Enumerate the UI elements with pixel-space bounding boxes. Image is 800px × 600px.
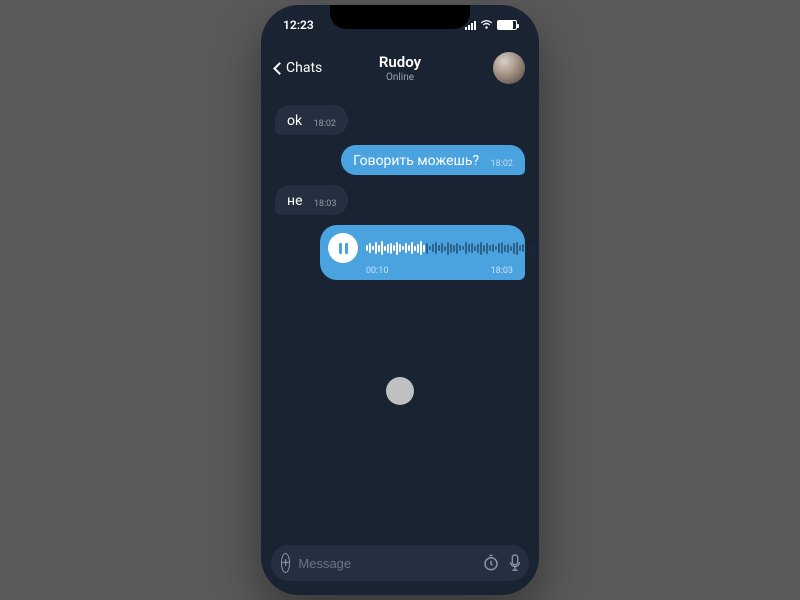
- pause-icon: [339, 243, 348, 254]
- back-button[interactable]: Chats: [275, 60, 322, 76]
- phone-frame: 12:23 Chats Rudoy Online ok 18:02: [261, 5, 539, 595]
- message-input-bar: +: [271, 545, 529, 581]
- contact-name: Rudoy: [379, 53, 421, 71]
- pause-button[interactable]: [328, 233, 358, 263]
- status-time: 12:23: [283, 18, 314, 32]
- message-bubble-incoming[interactable]: ok 18:02: [275, 105, 348, 135]
- message-text: не: [287, 193, 303, 209]
- message-row: Говорить можешь? 18:02: [275, 145, 525, 175]
- message-time: 18:03: [491, 266, 513, 276]
- plus-icon: +: [282, 557, 289, 570]
- message-time: 18:03: [314, 199, 336, 209]
- microphone-icon: [508, 554, 522, 572]
- header-title-block[interactable]: Rudoy Online: [379, 53, 421, 83]
- message-text: ok: [287, 113, 302, 129]
- chat-header: Chats Rudoy Online: [261, 45, 539, 91]
- timer-button[interactable]: [482, 554, 500, 572]
- contact-status: Online: [379, 72, 421, 83]
- message-time: 18:02: [491, 159, 513, 169]
- message-bubble-outgoing[interactable]: Говорить можешь? 18:02: [341, 145, 525, 175]
- chevron-left-icon: [273, 62, 286, 75]
- attach-button[interactable]: +: [281, 553, 290, 573]
- message-row: ok 18:02: [275, 105, 525, 135]
- back-label: Chats: [286, 60, 322, 76]
- message-time: 18:02: [314, 119, 336, 129]
- voice-main: [328, 233, 513, 263]
- touch-indicator: [386, 377, 414, 405]
- voice-message-bubble[interactable]: 00:10 18:03: [320, 225, 525, 280]
- clock-icon: [482, 554, 500, 572]
- message-row: не 18:03: [275, 185, 525, 215]
- wifi-icon: [480, 20, 493, 30]
- message-row: 00:10 18:03: [275, 225, 525, 280]
- battery-icon: [497, 20, 517, 30]
- message-input[interactable]: [298, 556, 474, 571]
- voice-footer: 00:10 18:03: [328, 266, 513, 276]
- messages-list[interactable]: ok 18:02 Говорить можешь? 18:02 не 18:03: [261, 95, 539, 535]
- voice-waveform[interactable]: [366, 241, 539, 255]
- phone-notch: [330, 5, 470, 29]
- message-bubble-incoming[interactable]: не 18:03: [275, 185, 348, 215]
- message-text: Говорить можешь?: [353, 153, 479, 169]
- voice-elapsed: 00:10: [366, 266, 388, 276]
- mic-button[interactable]: [508, 554, 522, 572]
- avatar[interactable]: [493, 52, 525, 84]
- status-indicators: [465, 20, 517, 30]
